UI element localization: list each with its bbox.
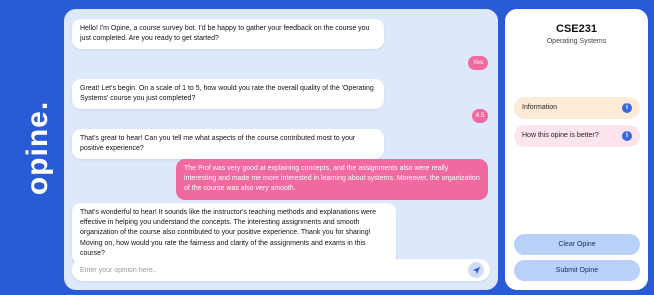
chat-area[interactable]: Hello! I'm Opine, a course survey bot. I… bbox=[64, 9, 498, 290]
submit-opine-button[interactable]: Submit Opine bbox=[514, 260, 640, 281]
opinion-input[interactable] bbox=[80, 262, 460, 278]
bot-message: That's wonderful to hear! It sounds like… bbox=[72, 203, 396, 265]
user-message: 4.5 bbox=[472, 109, 488, 123]
opinion-input-bar bbox=[72, 259, 490, 281]
send-arrow-icon bbox=[472, 266, 480, 274]
course-name: Operating Systems bbox=[546, 38, 607, 45]
course-code: CSE231 bbox=[556, 23, 597, 35]
information-item[interactable]: Information i bbox=[514, 97, 640, 119]
info-icon[interactable]: i bbox=[622, 131, 632, 141]
course-panel: CSE231 Operating Systems Information i H… bbox=[505, 9, 648, 290]
bot-message: That's great to hear! Can you tell me wh… bbox=[72, 129, 384, 160]
brand-logo-text: opine. bbox=[21, 100, 54, 195]
info-icon[interactable]: i bbox=[622, 103, 632, 113]
clear-opine-button[interactable]: Clear Opine bbox=[514, 234, 640, 255]
send-button[interactable] bbox=[468, 262, 484, 278]
brand-logo: opine. bbox=[18, 0, 58, 295]
user-message: Yes bbox=[468, 56, 488, 70]
user-message: The Prof was very good at explaining con… bbox=[176, 159, 488, 200]
bot-message: Hello! I'm Opine, a course survey bot. I… bbox=[72, 19, 384, 50]
information-label: Information bbox=[522, 104, 558, 111]
bot-message: Great! Let's begin. On a scale of 1 to 5… bbox=[72, 79, 384, 110]
how-better-item[interactable]: How this opine is better? i bbox=[514, 125, 640, 147]
how-better-label: How this opine is better? bbox=[522, 132, 599, 139]
